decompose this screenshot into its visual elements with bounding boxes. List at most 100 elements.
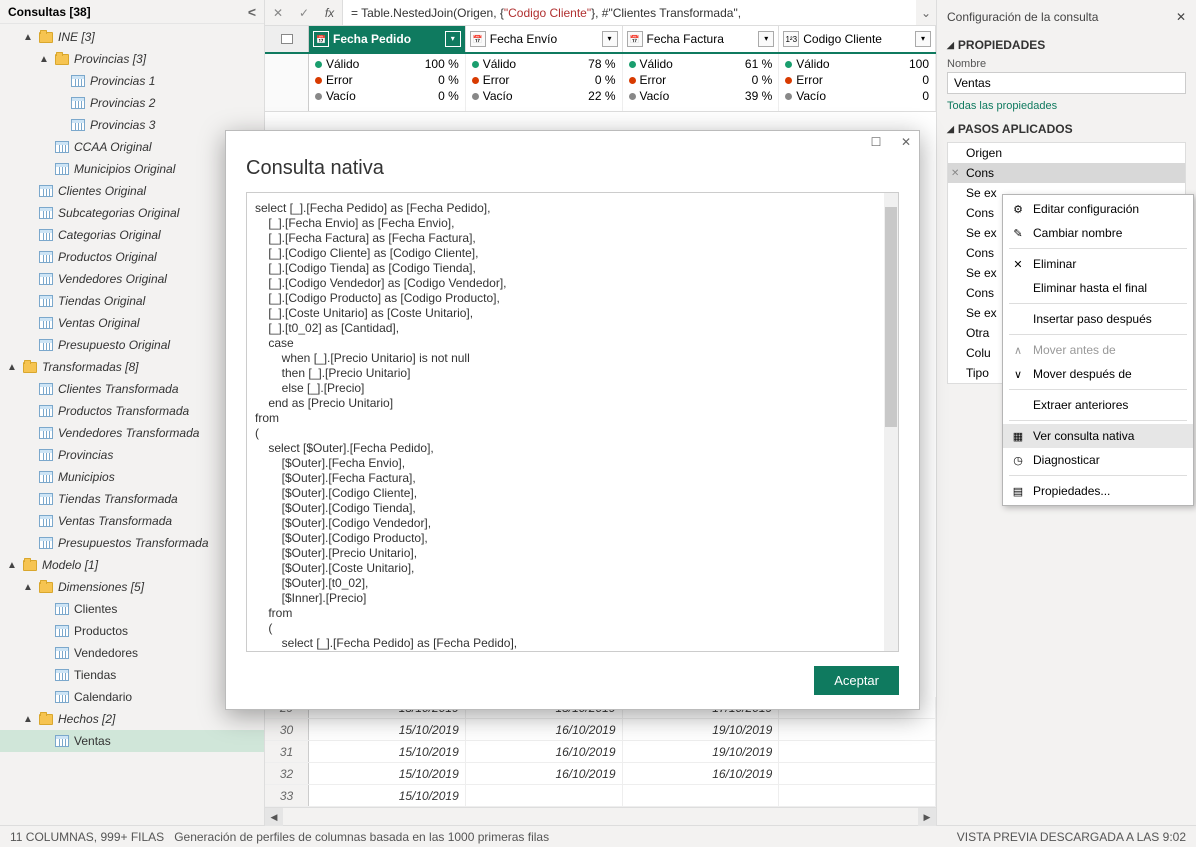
row-number[interactable]: 31 xyxy=(265,741,309,762)
column-header[interactable]: 📅Fecha Factura▾ xyxy=(623,26,780,52)
caret-icon[interactable]: ▲ xyxy=(22,32,34,43)
cell[interactable] xyxy=(779,719,936,740)
query-node[interactable]: Provincias 2 xyxy=(0,92,264,114)
native-query-text[interactable]: select [_].[Fecha Pedido] as [Fecha Pedi… xyxy=(246,192,899,652)
step-label: Colu xyxy=(966,346,991,360)
context-menu-item[interactable]: ▤Propiedades... xyxy=(1003,479,1193,503)
maximize-icon[interactable]: ☐ xyxy=(867,135,885,149)
applied-step[interactable]: Origen xyxy=(948,143,1185,163)
caret-icon[interactable]: ▲ xyxy=(6,560,18,571)
context-menu-item[interactable]: ⚙Editar configuración xyxy=(1003,197,1193,221)
vertical-scrollbar[interactable] xyxy=(884,193,898,651)
table-row[interactable]: 3315/10/2019 xyxy=(265,785,936,807)
query-name-input[interactable] xyxy=(947,72,1186,94)
collapse-panel-icon[interactable]: < xyxy=(248,4,256,20)
dialog-title: Consulta nativa xyxy=(226,153,919,192)
number-type-icon[interactable]: 1²3 xyxy=(783,31,799,47)
table-row[interactable]: 3115/10/201916/10/201919/10/2019 xyxy=(265,741,936,763)
applied-steps-header[interactable]: ◢PASOS APLICADOS xyxy=(947,122,1186,136)
menu-item-icon: ⚙ xyxy=(1009,201,1027,217)
cell[interactable] xyxy=(779,741,936,762)
formula-dropdown-icon[interactable]: ⌄ xyxy=(916,6,936,20)
scroll-left-icon[interactable]: ◀ xyxy=(265,808,283,826)
cell[interactable] xyxy=(623,785,780,806)
cell[interactable]: 15/10/2019 xyxy=(309,719,466,740)
column-header[interactable]: 📅Fecha Pedido▾ xyxy=(309,26,466,52)
fx-icon[interactable]: fx xyxy=(317,0,343,25)
column-dropdown-icon[interactable]: ▾ xyxy=(602,31,618,47)
cell[interactable]: 19/10/2019 xyxy=(623,741,780,762)
queries-panel-header: Consultas [38] < xyxy=(0,0,264,24)
table-icon xyxy=(54,667,70,683)
context-menu-item[interactable]: ∨Mover después de xyxy=(1003,362,1193,386)
menu-item-label: Mover antes de xyxy=(1033,343,1116,357)
column-dropdown-icon[interactable]: ▾ xyxy=(915,31,931,47)
cell[interactable]: 16/10/2019 xyxy=(623,763,780,784)
query-node[interactable]: Provincias 1 xyxy=(0,70,264,92)
context-menu-item[interactable]: Eliminar hasta el final xyxy=(1003,276,1193,300)
scroll-right-icon[interactable]: ▶ xyxy=(918,808,936,826)
formula-cancel-icon[interactable]: ✕ xyxy=(265,6,291,20)
cell[interactable]: 16/10/2019 xyxy=(466,719,623,740)
table-row[interactable]: 3215/10/201916/10/201916/10/2019 xyxy=(265,763,936,785)
close-icon[interactable]: ✕ xyxy=(897,135,915,149)
applied-step[interactable]: ✕Cons xyxy=(948,163,1185,183)
cell[interactable] xyxy=(466,785,623,806)
dialog-footer: Aceptar xyxy=(226,652,919,709)
formula-commit-icon[interactable]: ✓ xyxy=(291,6,317,20)
cell[interactable] xyxy=(779,785,936,806)
cell[interactable]: 16/10/2019 xyxy=(466,741,623,762)
accept-button[interactable]: Aceptar xyxy=(814,666,899,695)
date-type-icon[interactable]: 📅 xyxy=(313,31,329,47)
context-menu-item[interactable]: ◷Diagnosticar xyxy=(1003,448,1193,472)
horizontal-scrollbar[interactable]: ◀ ▶ xyxy=(265,807,936,825)
column-profile-row: Válido100 %Error0 %Vacío0 %Válido78 %Err… xyxy=(265,54,936,112)
context-menu-item[interactable]: ✕Eliminar xyxy=(1003,252,1193,276)
cell[interactable]: 15/10/2019 xyxy=(309,785,466,806)
cell[interactable] xyxy=(779,763,936,784)
cell[interactable]: 15/10/2019 xyxy=(309,741,466,762)
step-context-menu: ⚙Editar configuración✎Cambiar nombre ✕Eli… xyxy=(1002,194,1194,506)
context-menu-item[interactable]: Insertar paso después xyxy=(1003,307,1193,331)
context-menu-item[interactable]: ✎Cambiar nombre xyxy=(1003,221,1193,245)
caret-icon[interactable]: ▲ xyxy=(22,714,34,725)
cell[interactable]: 15/10/2019 xyxy=(309,763,466,784)
date-type-icon[interactable]: 📅 xyxy=(627,31,643,47)
table-icon xyxy=(54,139,70,155)
cell[interactable]: 16/10/2019 xyxy=(466,763,623,784)
table-icon xyxy=(54,601,70,617)
select-all-corner[interactable] xyxy=(265,26,309,52)
caret-icon[interactable]: ▲ xyxy=(38,54,50,65)
caret-icon[interactable]: ▲ xyxy=(22,582,34,593)
folder-node[interactable]: ▲Hechos [2] xyxy=(0,708,264,730)
cell[interactable]: 19/10/2019 xyxy=(623,719,780,740)
menu-item-label: Extraer anteriores xyxy=(1033,398,1128,412)
row-number[interactable]: 33 xyxy=(265,785,309,806)
tree-item-label: Provincias [3] xyxy=(74,52,146,66)
column-dropdown-icon[interactable]: ▾ xyxy=(758,31,774,47)
properties-section-header[interactable]: ◢PROPIEDADES xyxy=(947,38,1186,52)
menu-item-label: Eliminar hasta el final xyxy=(1033,281,1147,295)
context-menu-item[interactable]: Extraer anteriores xyxy=(1003,393,1193,417)
context-menu-item[interactable]: ▦Ver consulta nativa xyxy=(1003,424,1193,448)
close-icon[interactable]: ✕ xyxy=(1176,10,1186,24)
delete-step-icon[interactable]: ✕ xyxy=(951,168,959,179)
column-header[interactable]: 📅Fecha Envío▾ xyxy=(466,26,623,52)
caret-icon[interactable]: ▲ xyxy=(6,362,18,373)
folder-node[interactable]: ▲INE [3] xyxy=(0,26,264,48)
row-number[interactable]: 32 xyxy=(265,763,309,784)
query-node[interactable]: Ventas xyxy=(0,730,264,752)
menu-item-icon: ▦ xyxy=(1009,428,1027,444)
column-header[interactable]: 1²3Codigo Cliente▾ xyxy=(779,26,936,52)
column-profile: Válido78 %Error0 %Vacío22 % xyxy=(466,54,623,111)
step-label: Cons xyxy=(966,246,994,260)
formula-input[interactable]: = Table.NestedJoin(Origen, {"Codigo Clie… xyxy=(343,0,916,25)
row-number[interactable]: 30 xyxy=(265,719,309,740)
all-properties-link[interactable]: Todas las propiedades xyxy=(947,100,1186,112)
column-dropdown-icon[interactable]: ▾ xyxy=(445,31,461,47)
table-row[interactable]: 3015/10/201916/10/201919/10/2019 xyxy=(265,719,936,741)
folder-node[interactable]: ▲ Provincias [3] xyxy=(0,48,264,70)
date-type-icon[interactable]: 📅 xyxy=(470,31,486,47)
step-label: Se ex xyxy=(966,186,997,200)
tree-item-label: Tiendas Original xyxy=(58,294,145,308)
